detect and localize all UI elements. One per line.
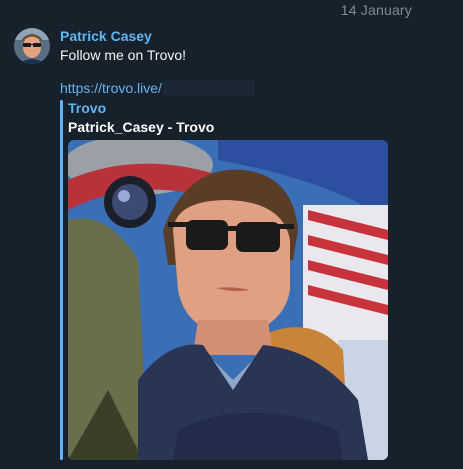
link-redaction <box>162 80 255 96</box>
date-header: 14 January <box>340 2 412 18</box>
preview-title: Patrick_Casey - Trovo <box>68 119 215 135</box>
sender-name[interactable]: Patrick Casey <box>60 28 152 44</box>
message-link[interactable]: https://trovo.live/ <box>60 80 162 96</box>
avatar[interactable] <box>14 28 50 64</box>
message-text: Follow me on Trovo! <box>60 47 187 63</box>
link-row: https://trovo.live/ <box>60 79 255 97</box>
preview-accent-bar <box>60 100 63 460</box>
preview-site-name: Trovo <box>68 100 107 116</box>
preview-photo-icon <box>68 140 388 460</box>
avatar-photo-icon <box>14 28 50 64</box>
preview-image[interactable] <box>68 140 388 460</box>
